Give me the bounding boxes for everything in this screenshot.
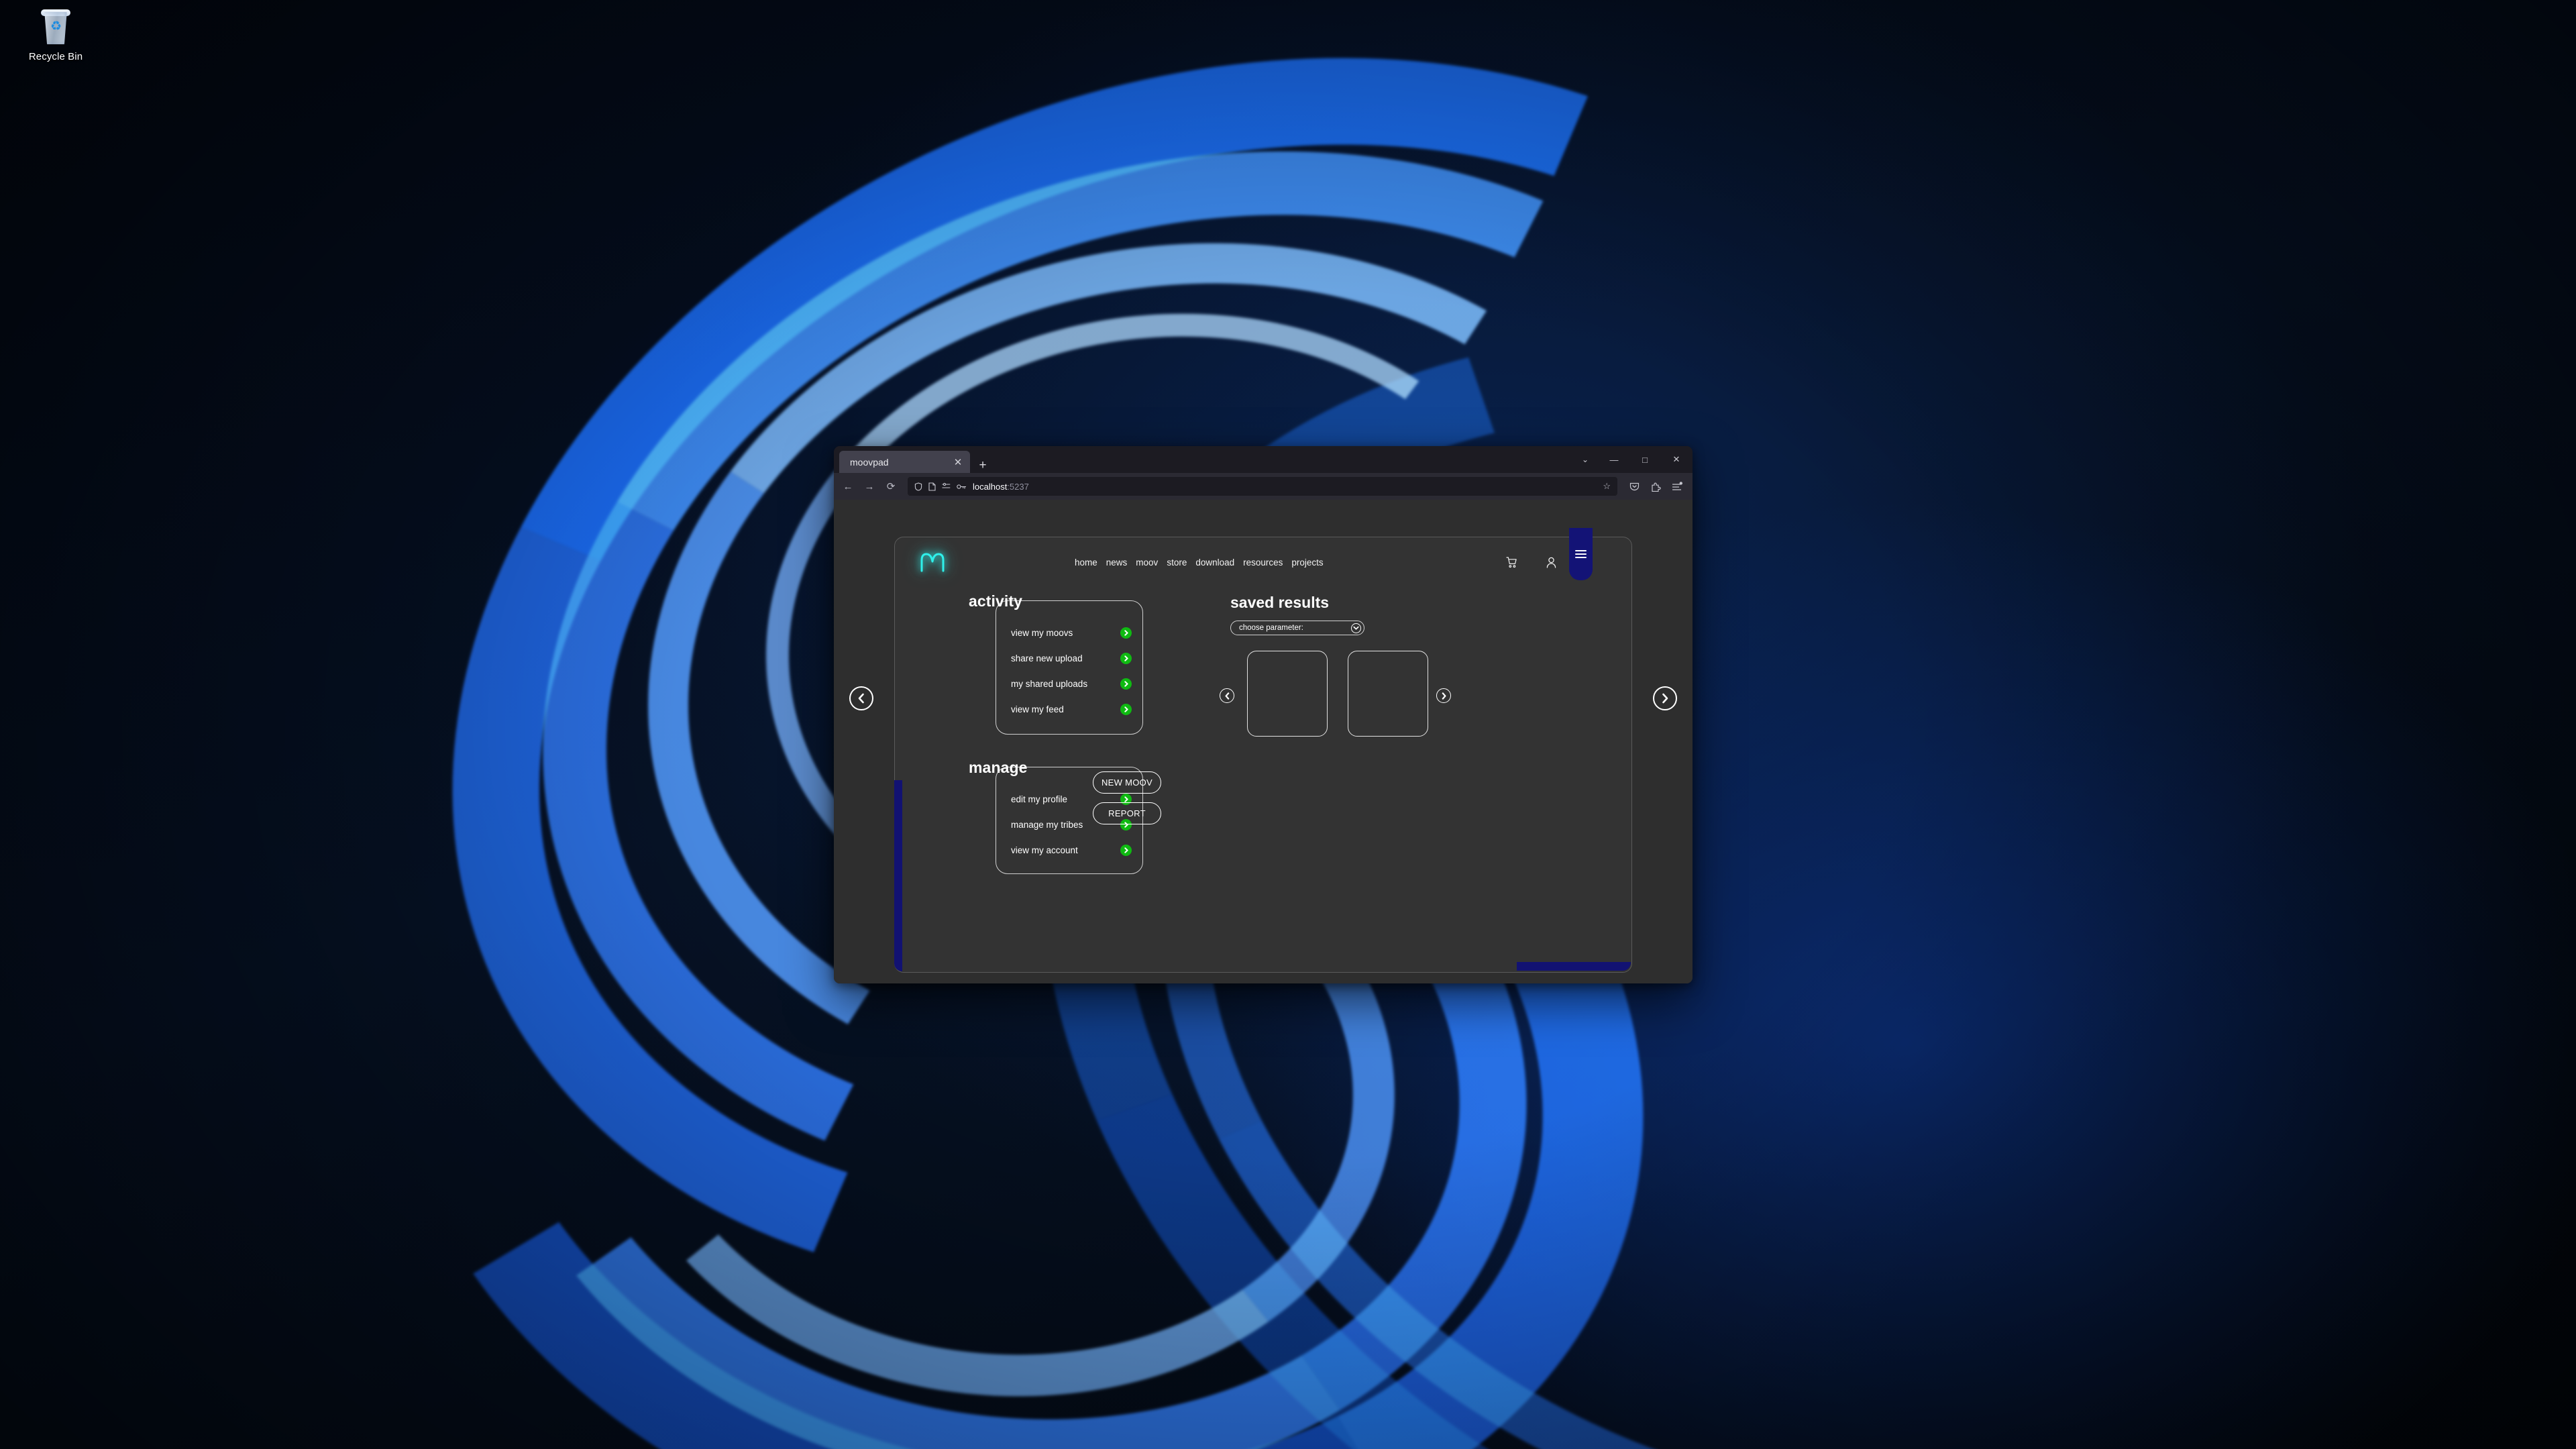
list-item-label: manage my tribes	[1011, 819, 1083, 830]
browser-toolbar: ← → ⟳ localhost:5237 ☆	[834, 473, 1693, 500]
action-buttons: NEW MOOV REPORT	[1093, 771, 1161, 824]
hamburger-menu-button[interactable]	[1569, 528, 1593, 580]
new-moov-button[interactable]: NEW MOOV	[1093, 771, 1161, 794]
nav-item-resources[interactable]: resources	[1243, 557, 1283, 568]
back-button[interactable]: ←	[838, 477, 858, 496]
browser-tabstrip: moovpad ✕ + ⌄ — □ ✕	[834, 446, 1693, 473]
choose-parameter-label: choose parameter:	[1239, 624, 1303, 632]
permissions-icon[interactable]	[942, 482, 951, 490]
list-item-label: share new upload	[1011, 653, 1083, 663]
tab-list-chevron-icon[interactable]: ⌄	[1572, 446, 1599, 473]
page-icon[interactable]	[928, 482, 936, 491]
desktop-icon-label: Recycle Bin	[28, 51, 83, 62]
list-item-label: view my feed	[1011, 704, 1064, 714]
cart-icon[interactable]	[1506, 556, 1517, 568]
list-item-label: view my account	[1011, 845, 1078, 855]
app-menu-icon[interactable]	[1667, 477, 1687, 496]
result-card[interactable]	[1348, 651, 1428, 737]
page-carousel-prev-button[interactable]	[849, 686, 873, 710]
minimize-button[interactable]: —	[1599, 446, 1629, 473]
account-icon[interactable]	[1546, 557, 1556, 568]
desktop: ♻ Recycle Bin moovpad ✕ + ⌄ — □ ✕ ← → ⟳	[0, 0, 2576, 1449]
window-controls: ⌄ — □ ✕	[1572, 446, 1693, 473]
browser-tab-title: moovpad	[850, 456, 889, 468]
chevron-right-icon[interactable]	[1120, 678, 1132, 690]
results-next-button[interactable]	[1436, 688, 1451, 703]
browser-viewport: home news moov store download resources …	[834, 500, 1693, 983]
browser-window: moovpad ✕ + ⌄ — □ ✕ ← → ⟳ localhost:5237…	[834, 446, 1693, 983]
list-item[interactable]: share new upload	[1007, 645, 1132, 671]
url-port: :5237	[1007, 481, 1029, 492]
list-item-label: edit my profile	[1011, 794, 1068, 804]
header-actions	[1506, 537, 1556, 587]
report-button[interactable]: REPORT	[1093, 802, 1161, 824]
extensions-icon[interactable]	[1646, 477, 1666, 496]
app-card: home news moov store download resources …	[894, 528, 1632, 973]
list-item[interactable]: view my feed	[1007, 696, 1132, 722]
web-page: home news moov store download resources …	[834, 500, 1693, 983]
nav-item-news[interactable]: news	[1106, 557, 1128, 568]
desktop-icon-recycle-bin[interactable]: ♻ Recycle Bin	[5, 7, 106, 63]
site-nav: home news moov store download resources …	[1075, 557, 1324, 568]
list-item-label: view my moovs	[1011, 627, 1073, 638]
activity-section: activity view my moovs share new upload …	[969, 592, 1143, 735]
chevron-down-icon[interactable]	[1351, 623, 1361, 633]
chevron-right-icon[interactable]	[1120, 627, 1132, 639]
page-carousel-next-button[interactable]	[1653, 686, 1677, 710]
activity-panel: view my moovs share new upload my shared…	[996, 600, 1143, 735]
nav-item-download[interactable]: download	[1195, 557, 1234, 568]
results-prev-button[interactable]	[1220, 688, 1234, 703]
list-item[interactable]: my shared uploads	[1007, 671, 1132, 696]
right-column: saved results choose parameter:	[1220, 594, 1519, 737]
address-bar-text[interactable]: localhost:5237	[973, 482, 1597, 492]
key-icon[interactable]	[957, 483, 967, 490]
activity-title: activity	[969, 592, 1023, 610]
hamburger-menu-icon	[1575, 548, 1587, 560]
nav-item-moov[interactable]: moov	[1136, 557, 1158, 568]
choose-parameter-select[interactable]: choose parameter:	[1230, 621, 1364, 635]
recycle-bin-icon: ♻	[36, 7, 76, 47]
pocket-icon[interactable]	[1624, 477, 1644, 496]
saved-results-title: saved results	[1230, 594, 1330, 611]
forward-button[interactable]: →	[859, 477, 879, 496]
moovpad-logo-icon[interactable]	[919, 551, 946, 574]
maximize-button[interactable]: □	[1629, 446, 1660, 473]
chevron-right-icon[interactable]	[1120, 703, 1132, 715]
recycle-symbol-icon: ♻	[50, 19, 62, 34]
manage-title: manage	[969, 759, 1028, 776]
list-item-label: my shared uploads	[1011, 678, 1088, 689]
chevron-right-icon[interactable]	[1120, 844, 1132, 856]
chevron-right-icon[interactable]	[1120, 652, 1132, 664]
browser-tab[interactable]: moovpad ✕	[839, 451, 970, 473]
shield-icon[interactable]	[914, 482, 922, 491]
close-window-button[interactable]: ✕	[1660, 446, 1693, 473]
page-body: activity view my moovs share new upload …	[895, 587, 1631, 972]
nav-item-projects[interactable]: projects	[1291, 557, 1323, 568]
address-bar[interactable]: localhost:5237 ☆	[908, 477, 1617, 496]
saved-results-carousel	[1220, 651, 1452, 737]
url-host: localhost	[973, 481, 1008, 492]
left-column: activity view my moovs share new upload …	[969, 592, 1143, 874]
site-header: home news moov store download resources …	[895, 537, 1631, 587]
reload-button[interactable]: ⟳	[881, 477, 901, 496]
nav-item-home[interactable]: home	[1075, 557, 1097, 568]
close-tab-icon[interactable]: ✕	[951, 455, 965, 470]
list-item[interactable]: view my moovs	[1007, 620, 1132, 645]
new-tab-button[interactable]: +	[975, 458, 990, 473]
toolbar-right-actions	[1624, 477, 1688, 496]
nav-item-store[interactable]: store	[1167, 557, 1187, 568]
result-card[interactable]	[1247, 651, 1328, 737]
bookmark-star-icon[interactable]: ☆	[1603, 481, 1611, 492]
list-item[interactable]: view my account	[1007, 837, 1132, 863]
